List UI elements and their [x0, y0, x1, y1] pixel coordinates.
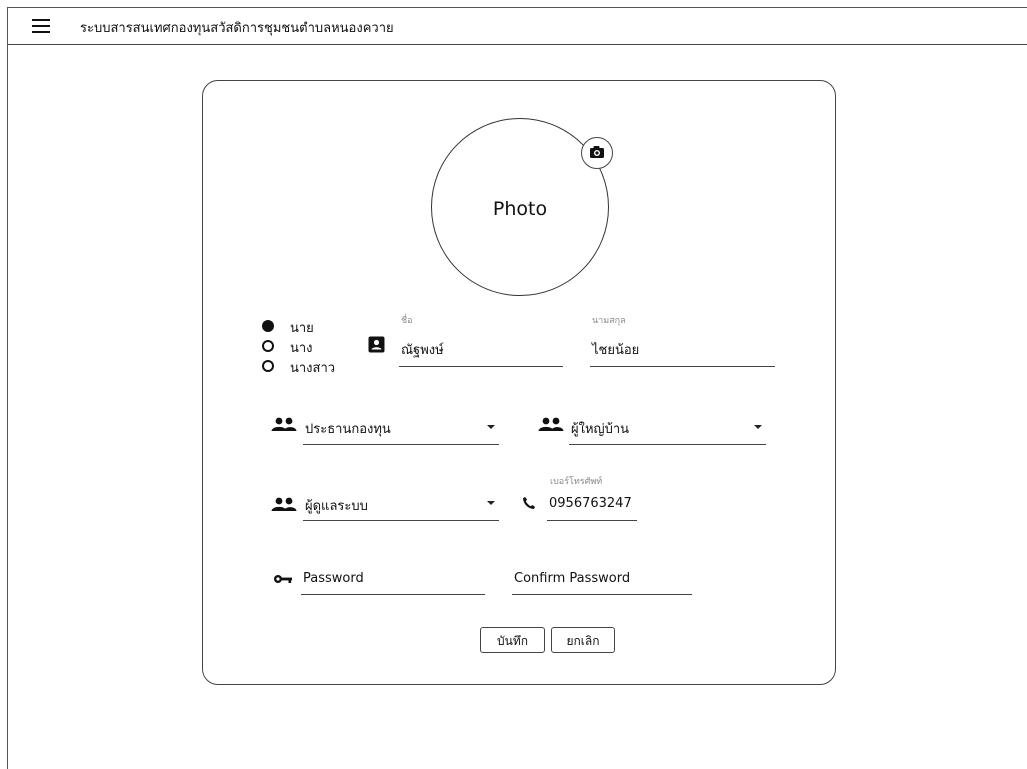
title-radio-mr-label: นาย: [290, 321, 314, 336]
last-name-label: นามสกุล: [592, 316, 626, 326]
people-icon: [271, 417, 297, 431]
hamburger-menu-icon: [32, 19, 50, 21]
confirm-password-field[interactable]: [512, 562, 692, 594]
password-underline: [301, 594, 485, 595]
phone-underline: [547, 520, 637, 521]
top-app-bar-divider: [8, 44, 1027, 45]
elder-select[interactable]: [569, 410, 766, 444]
first-name-underline: [399, 366, 563, 367]
camera-icon: [590, 146, 604, 158]
first-name-field[interactable]: [399, 326, 563, 366]
role-select-underline: [303, 520, 499, 521]
upload-photo-button[interactable]: [581, 137, 613, 169]
position-select[interactable]: [303, 410, 499, 444]
title-radio-mr[interactable]: [262, 320, 274, 332]
cancel-button[interactable]: ยกเลิก: [551, 627, 615, 653]
title-radio-miss[interactable]: [262, 360, 274, 372]
key-icon: [274, 575, 292, 583]
save-button[interactable]: บันทึก: [480, 627, 545, 653]
hamburger-menu-icon-line: [32, 31, 50, 33]
people-icon: [538, 417, 564, 431]
app-title: ระบบสารสนเทศกองทุนสวัสดิการชุมชนตำบลหนอง…: [80, 21, 394, 36]
last-name-underline: [590, 366, 775, 367]
password-field[interactable]: [301, 562, 485, 594]
photo-placeholder-label: Photo: [492, 198, 548, 220]
role-select[interactable]: [303, 486, 499, 520]
title-radio-mrs[interactable]: [262, 340, 274, 352]
contact-card-icon: [368, 336, 385, 353]
phone-icon: [523, 497, 535, 509]
confirm-password-underline: [512, 594, 692, 595]
position-select-underline: [303, 444, 499, 445]
phone-field[interactable]: [547, 486, 637, 520]
people-icon: [271, 497, 297, 511]
last-name-field[interactable]: [590, 326, 775, 366]
title-radio-miss-label: นางสาว: [290, 361, 336, 376]
hamburger-menu-icon-line: [32, 25, 50, 27]
first-name-label: ชื่อ: [401, 316, 413, 326]
window-frame-left: [7, 7, 8, 769]
title-radio-mrs-label: นาง: [290, 341, 313, 356]
menu-button[interactable]: [30, 18, 54, 36]
elder-select-underline: [569, 444, 766, 445]
